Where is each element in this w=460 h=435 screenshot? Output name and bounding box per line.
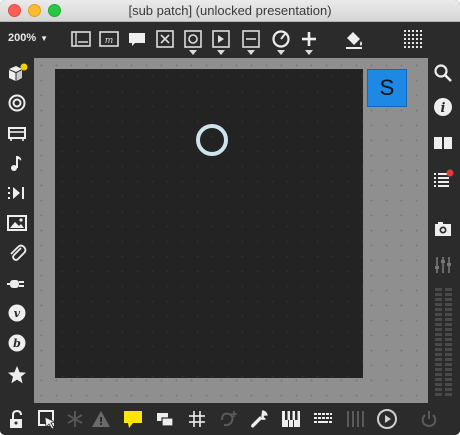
favorites-star-icon[interactable] [6, 364, 28, 386]
info-icon[interactable]: i [432, 96, 454, 118]
paperclip-icon[interactable] [6, 242, 28, 264]
left-sidebar: v b [0, 58, 34, 403]
svg-text:m: m [105, 36, 114, 46]
toggle-caret-icon [189, 50, 197, 55]
dial-icon[interactable] [270, 28, 292, 50]
piano-keys-icon[interactable] [280, 408, 302, 430]
s-button[interactable]: S [367, 69, 407, 107]
toggle-icon[interactable] [182, 28, 204, 50]
bang-icon[interactable] [154, 28, 176, 50]
svg-text:b: b [13, 337, 21, 350]
grid-dots-icon[interactable] [402, 28, 424, 50]
connect-patch-cord-icon[interactable] [218, 408, 240, 430]
warning-icon[interactable] [90, 408, 112, 430]
number-icon[interactable] [210, 28, 232, 50]
grid-icon[interactable] [186, 408, 208, 430]
toggle-ring[interactable] [196, 124, 228, 156]
slider-icon[interactable] [240, 28, 262, 50]
title-bar: [sub patch] (unlocked presentation) [0, 0, 460, 22]
dial-caret-icon [277, 50, 285, 55]
computer-keyboard-icon[interactable] [312, 408, 334, 430]
reference-book-icon[interactable] [432, 132, 454, 154]
wrench-icon[interactable] [248, 408, 270, 430]
add-object-icon[interactable] [298, 28, 320, 50]
max-patcher-window: [sub patch] (unlocked presentation) 200%… [0, 0, 460, 435]
beap-b-icon[interactable]: b [6, 332, 28, 354]
svg-text:i: i [441, 101, 446, 116]
freeze-snowflake-icon[interactable] [64, 408, 86, 430]
mixer-channels-icon[interactable] [344, 408, 366, 430]
top-toolbar: 200% ▼ m [0, 22, 460, 58]
plugin-icon[interactable] [6, 272, 28, 294]
mixer-sliders-icon[interactable] [432, 254, 454, 276]
image-icon[interactable] [6, 212, 28, 234]
search-icon[interactable] [432, 62, 454, 84]
presentation-panel[interactable] [55, 69, 363, 378]
number-caret-icon [217, 50, 225, 55]
svg-text:v: v [14, 307, 21, 320]
add-caret-icon [305, 50, 313, 55]
vst-v-icon[interactable]: v [6, 302, 28, 324]
chevron-down-icon: ▼ [40, 34, 49, 43]
slider-caret-icon [247, 50, 255, 55]
unlock-icon[interactable] [6, 408, 28, 430]
zoom-value: 200% [8, 32, 37, 44]
presentation-mode-icon[interactable] [70, 28, 92, 50]
paint-bucket-icon[interactable] [343, 28, 365, 50]
packages-cube-icon[interactable] [6, 62, 28, 84]
comment-mode-icon[interactable]: m [98, 28, 120, 50]
audio-play-icon[interactable] [376, 408, 400, 430]
windows-stack-icon[interactable] [154, 408, 176, 430]
max-console-icon[interactable] [432, 168, 454, 190]
zoom-dropdown[interactable]: 200% ▼ [8, 32, 48, 44]
bottom-toolbar [0, 403, 460, 435]
window-title: [sub patch] (unlocked presentation) [128, 3, 332, 18]
message-icon[interactable] [126, 28, 148, 50]
level-meter-icon [435, 288, 452, 396]
media-play-list-icon[interactable] [6, 182, 28, 204]
presentation-toggle-icon[interactable] [36, 408, 58, 430]
comment-highlight-icon[interactable] [122, 408, 144, 430]
object-browser-icon[interactable] [6, 92, 28, 114]
audio-power-icon[interactable] [418, 408, 440, 430]
music-note-icon[interactable] [6, 152, 28, 174]
snapshot-camera-icon[interactable] [432, 218, 454, 240]
right-sidebar: i [428, 58, 460, 403]
patcher-tray-icon[interactable] [6, 122, 28, 144]
